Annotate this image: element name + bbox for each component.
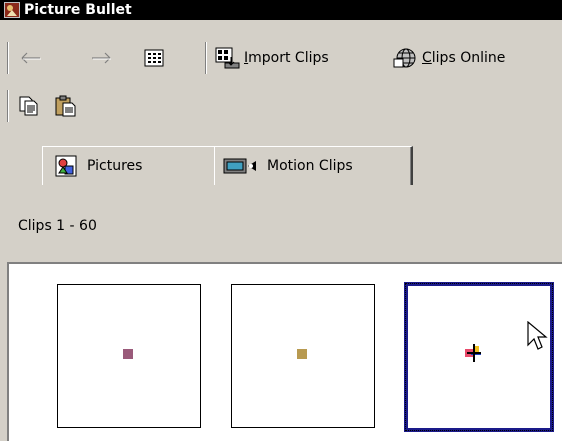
view-toggle-button[interactable] [144, 46, 172, 70]
motion-clips-icon [223, 158, 256, 174]
back-arrow-icon [21, 52, 41, 64]
clip-3-image [465, 344, 481, 362]
grid-view-icon [144, 49, 164, 67]
toolbar-separator [205, 42, 207, 74]
copy-button[interactable] [18, 94, 44, 118]
paste-icon [55, 95, 76, 117]
clip-1-image [123, 349, 133, 359]
tab-pictures[interactable]: Pictures [42, 146, 215, 185]
import-clips-button[interactable]: Import Clips [215, 46, 329, 70]
clips-count-label: Clips 1 - 60 [18, 218, 97, 234]
forward-button[interactable] [90, 46, 118, 70]
paste-button[interactable] [54, 94, 80, 118]
import-clips-icon [215, 47, 240, 69]
clip-2-image [297, 349, 307, 359]
copy-icon [19, 96, 38, 116]
toolbar-grip [7, 42, 9, 74]
tab-motion-clips[interactable]: Motion Clips [214, 146, 413, 185]
clip-thumbnail[interactable] [57, 284, 201, 428]
toolbar-grip-2 [7, 90, 9, 122]
back-button[interactable] [20, 46, 48, 70]
clip-gallery[interactable] [7, 262, 562, 441]
import-clips-label: Import Clips [244, 50, 329, 66]
mouse-cursor-icon [527, 321, 548, 350]
clip-thumbnail-selected[interactable] [404, 282, 554, 432]
clips-online-label: Clips Online [422, 50, 506, 66]
title-bar[interactable]: Picture Bullet [0, 0, 562, 20]
clips-online-button[interactable]: Clips Online [393, 46, 505, 70]
forward-arrow-icon [92, 52, 111, 64]
clips-online-icon [393, 48, 416, 68]
clip-thumbnail[interactable] [231, 284, 375, 428]
window-title: Picture Bullet [24, 2, 132, 18]
pictures-icon [55, 155, 77, 177]
picture-bullet-app-icon [4, 2, 20, 18]
